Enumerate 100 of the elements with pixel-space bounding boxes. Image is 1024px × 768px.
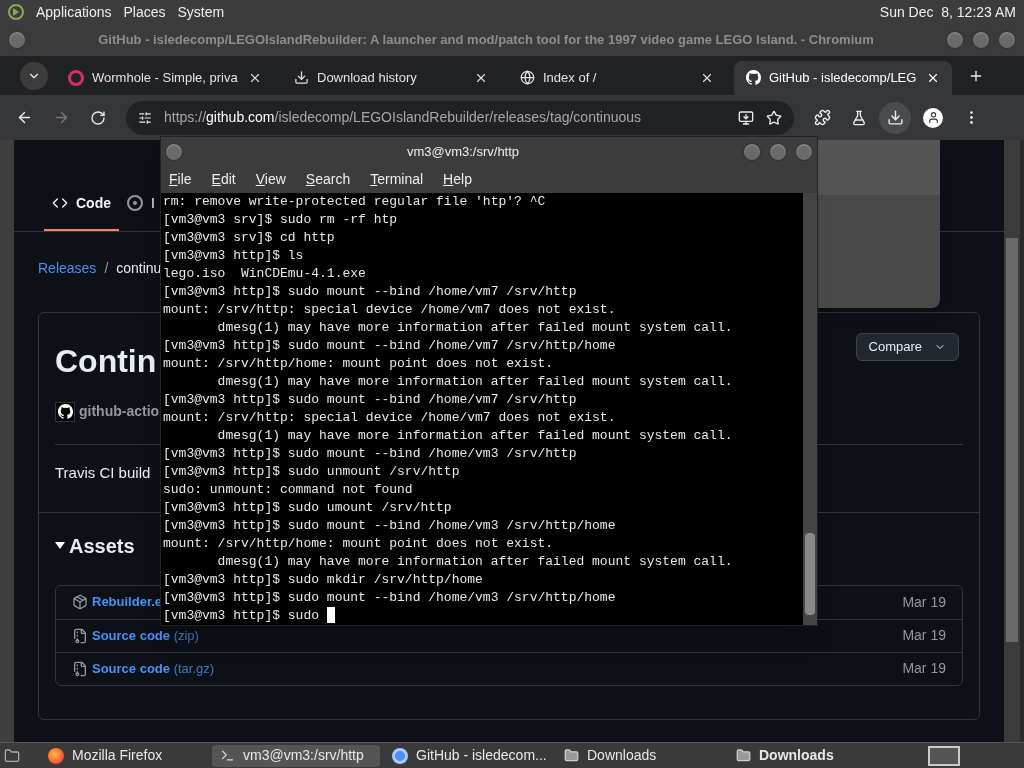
downloads-button[interactable] xyxy=(879,101,911,134)
terminal-line: sudo: unmount: command not found xyxy=(163,481,413,499)
taskbar-item[interactable]: Downloads xyxy=(556,744,724,767)
minimize-button[interactable] xyxy=(743,142,761,161)
ring-icon xyxy=(68,69,84,86)
maximize-button[interactable] xyxy=(769,142,787,161)
release-notes: Travis CI build xyxy=(55,463,151,483)
terminal-line: [vm3@vm3 http]$ sudo mount --bind /home/vm3 /srv/http/home xyxy=(163,517,616,535)
zip-file-icon xyxy=(72,660,88,677)
asset-link[interactable]: Rebuilder.e xyxy=(92,592,163,612)
taskbar-item[interactable]: Mozilla Firefox xyxy=(40,744,208,767)
terminal-line: [vm3@vm3 http]$ sudo mount --bind /home/vm3 /srv/http xyxy=(163,445,577,463)
panel-menu[interactable]: Applications xyxy=(36,1,112,23)
tab-title: GitHub - isledecomp/LEG xyxy=(769,68,918,87)
menu-item[interactable]: Terminal xyxy=(370,169,424,190)
extensions-icon[interactable] xyxy=(814,109,831,126)
asset-link[interactable]: Source code (tar.gz) xyxy=(92,658,215,679)
clock: Sun Dec 8, 12:23 AM xyxy=(879,2,1016,22)
terminal-line: [vm3@vm3 http]$ sudo mount --bind /home/vm7 /srv/http xyxy=(163,391,577,409)
terminal-line: rm: remove write-protected regular file 'htp'? ^C xyxy=(163,193,546,211)
download-icon xyxy=(886,109,904,126)
foot-logo-icon[interactable] xyxy=(8,4,24,20)
asset-date: Mar 19 xyxy=(902,659,946,678)
terminal-cursor xyxy=(326,607,335,623)
package-icon xyxy=(72,594,88,610)
url-text: https://github.com/isledecomp/LEGOIslandRebuilder/releases/tag/continuous xyxy=(164,108,643,127)
browser-tab[interactable]: Download history xyxy=(282,60,500,95)
terminal-scrollbar[interactable] xyxy=(803,193,817,625)
menu-item[interactable]: Edit xyxy=(211,169,236,190)
release-title: Contin xyxy=(55,342,157,381)
terminal-line: mount: /srv/http: special device /home/vm7 does not exist. xyxy=(163,301,616,319)
taskbar-item[interactable]: vm3@vm3:/srv/http xyxy=(212,744,380,767)
panel-menu[interactable]: System xyxy=(177,1,225,23)
author-name: github-actio xyxy=(79,402,160,421)
window-menu-button[interactable] xyxy=(8,31,26,49)
terminal-line: [vm3@vm3 http]$ sudo xyxy=(163,607,321,625)
back-icon[interactable] xyxy=(16,109,33,126)
tab-title: Download history xyxy=(317,68,418,87)
issues-icon xyxy=(127,195,143,211)
assets-heading[interactable]: Assets xyxy=(69,530,135,561)
terminal-line: [vm3@vm3 srv]$ sudo rm -rf htp xyxy=(163,211,398,229)
compare-button[interactable]: Compare xyxy=(855,333,959,361)
terminal-line: dmesg(1) may have more information after failed mount system call. xyxy=(216,427,733,445)
breadcrumb-link[interactable]: Releases xyxy=(38,258,97,279)
asset-date: Mar 19 xyxy=(902,592,946,612)
asset-link[interactable]: Source code (zip) xyxy=(92,625,199,646)
window-title: GitHub - isledecomp/LEGOIslandRebuilder: A launcher and mod/patch tool for the 1997 video game LEGO Island. - Chromium xyxy=(97,31,875,50)
browser-tab[interactable]: GitHub - isledecomp/LEG xyxy=(734,60,952,95)
minimize-button[interactable] xyxy=(946,31,964,49)
install-app-icon[interactable] xyxy=(738,109,754,126)
site-settings-icon[interactable] xyxy=(138,110,152,125)
terminal-line: [vm3@vm3 http]$ sudo mount --bind /home/vm7 /srv/http/home xyxy=(163,337,616,355)
workspace-switcher[interactable] xyxy=(928,745,960,766)
tab-title: Wormhole - Simple, priva xyxy=(92,68,239,87)
reload-icon[interactable] xyxy=(90,109,106,126)
terminal-line: [vm3@vm3 http]$ ls xyxy=(163,247,304,265)
repo-tab[interactable]: Code xyxy=(44,189,119,231)
globe-icon xyxy=(520,70,535,85)
terminal-line: lego.iso WinCDEmu-4.1.exe xyxy=(163,265,366,283)
asset-date: Mar 19 xyxy=(902,626,946,645)
terminal-line: [vm3@vm3 http]$ sudo mount --bind /home/vm3 /srv/http/home xyxy=(163,589,616,607)
tab-search-button[interactable] xyxy=(20,61,48,90)
taskbar-item[interactable]: Downloads xyxy=(728,744,908,767)
terminal-line: [vm3@vm3 http]$ sudo unmount /srv/http xyxy=(163,463,460,481)
maximize-button[interactable] xyxy=(972,31,990,49)
close-button[interactable] xyxy=(998,31,1016,49)
breadcrumb-separator: / xyxy=(104,259,109,278)
terminal-icon xyxy=(220,748,235,763)
repo-tab[interactable]: I xyxy=(127,189,155,231)
breadcrumb-current: continu xyxy=(116,259,162,278)
window-menu-button[interactable] xyxy=(165,142,183,161)
terminal-line: [vm3@vm3 http]$ sudo mount --bind /home/vm7 /srv/http xyxy=(163,283,577,301)
zip-file-icon xyxy=(72,627,88,644)
show-desktop-icon[interactable] xyxy=(4,747,20,764)
firefox-icon xyxy=(48,747,64,764)
terminal-line: mount: /srv/http: special device /home/vm7 does not exist. xyxy=(163,409,616,427)
menu-item[interactable]: Search xyxy=(305,169,351,190)
browser-tab[interactable]: Wormhole - Simple, priva xyxy=(56,60,274,95)
profile-icon[interactable] xyxy=(923,107,943,128)
browser-tab[interactable]: Index of / xyxy=(508,60,726,95)
taskbar-item[interactable]: GitHub - isledecom... xyxy=(384,744,552,767)
menu-item[interactable]: File xyxy=(169,169,192,190)
terminal-line: [vm3@vm3 http]$ sudo mkdir /srv/http/home xyxy=(163,571,483,589)
menu-item[interactable]: View xyxy=(255,169,286,190)
download-icon xyxy=(294,70,309,85)
panel-menu[interactable]: Places xyxy=(123,1,166,23)
chromium-icon xyxy=(392,747,408,764)
folder-icon xyxy=(736,748,751,763)
terminal-line: dmesg(1) may have more information after failed mount system call. xyxy=(216,319,733,337)
flask-icon[interactable] xyxy=(851,109,867,126)
terminal-line: [vm3@vm3 http]$ sudo umount /srv/http xyxy=(163,499,452,517)
menu-item[interactable]: Help xyxy=(443,169,472,190)
bookmark-star-icon[interactable] xyxy=(766,109,782,126)
github-logo-icon xyxy=(746,70,761,85)
expanded-triangle-icon[interactable] xyxy=(55,542,65,549)
terminal-line: dmesg(1) may have more information after failed mount system call. xyxy=(216,553,733,571)
close-button[interactable] xyxy=(795,142,813,161)
forward-icon[interactable] xyxy=(53,109,70,126)
address-bar[interactable]: https://github.com/isledecomp/LEGOIslandRebuilder/releases/tag/continuous xyxy=(126,100,794,135)
code-icon xyxy=(52,195,68,211)
